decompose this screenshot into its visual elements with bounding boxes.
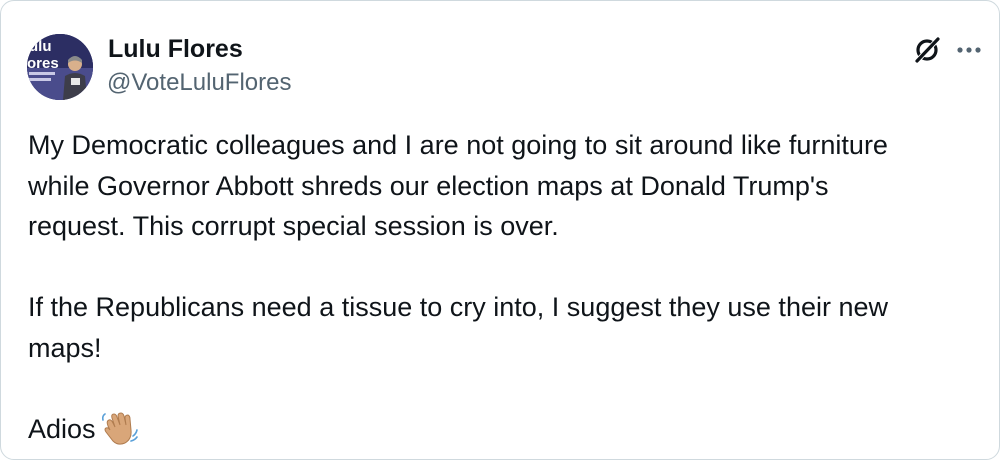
svg-text:ores: ores [27, 55, 59, 72]
author-handle[interactable]: @VoteLuluFlores [107, 68, 291, 98]
post-paragraph: If the Republicans need a tissue to cry … [28, 292, 888, 363]
author-avatar[interactable]: ulu ores [27, 34, 93, 100]
post-paragraph: My Democratic colleagues and I are not g… [28, 130, 888, 241]
grok-icon[interactable] [913, 34, 943, 64]
post-closing-text: Adios [28, 413, 96, 444]
more-options-icon[interactable] [956, 37, 982, 63]
avatar-photo: ulu ores [27, 34, 93, 100]
svg-text:ulu: ulu [29, 38, 52, 55]
waving-hand-icon [101, 411, 138, 446]
post-closing-line: Adios [28, 409, 988, 450]
post-card[interactable]: ulu ores Lulu Flores @VoteLuluFlores My … [0, 0, 1000, 460]
post-text: My Democratic colleagues and I are not g… [28, 125, 988, 449]
author-name[interactable]: Lulu Flores [108, 34, 243, 64]
